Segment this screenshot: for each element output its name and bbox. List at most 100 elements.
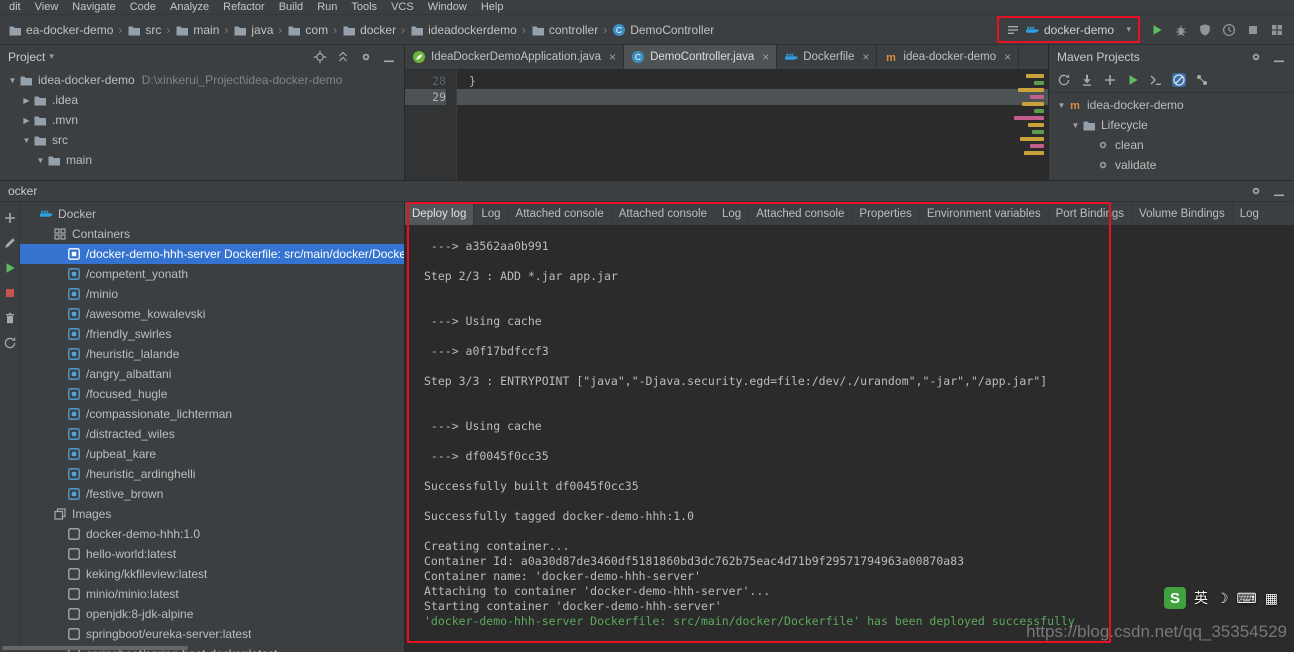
breadcrumb-item-java[interactable]: java bbox=[233, 23, 273, 37]
project-root-item[interactable]: ▼idea-docker-demoD:\xinkerui_Project\ide… bbox=[0, 70, 404, 90]
menu-item-window[interactable]: Window bbox=[421, 0, 474, 15]
docker-image-item-springboot-eureka-server-latest[interactable]: springboot/eureka-server:latest bbox=[20, 624, 404, 644]
menu-item-run[interactable]: Run bbox=[310, 0, 344, 15]
project-panel-title[interactable]: Project bbox=[8, 50, 45, 64]
project-tree-item-src[interactable]: ▼src bbox=[0, 130, 404, 150]
coverage-icon[interactable] bbox=[1198, 23, 1212, 37]
docker-container-item-docker-demo-hhh-server-dockerfile-src-main-docker-dockerfil[interactable]: /docker-demo-hhh-server Dockerfile: src/… bbox=[20, 244, 404, 264]
editor-scrollbar-stripe[interactable] bbox=[1002, 70, 1048, 180]
tree-toggle-icon[interactable]: ▼ bbox=[34, 156, 47, 165]
docker-container-item-distracted-wiles[interactable]: /distracted_wiles bbox=[20, 424, 404, 444]
locate-icon[interactable] bbox=[313, 50, 327, 64]
console-tab-log-4[interactable]: Log bbox=[715, 202, 749, 225]
console-tab-attached-console-5[interactable]: Attached console bbox=[749, 202, 852, 225]
docker-container-item-heuristic-ardinghelli[interactable]: /heuristic_ardinghelli bbox=[20, 464, 404, 484]
menu-item-view[interactable]: View bbox=[28, 0, 66, 15]
hide-panel-icon[interactable] bbox=[382, 50, 396, 64]
menu-item-code[interactable]: Code bbox=[123, 0, 163, 15]
docker-tree-item-docker[interactable]: Docker bbox=[20, 204, 404, 224]
debug-icon[interactable] bbox=[1174, 23, 1188, 37]
menu-item-navigate[interactable]: Navigate bbox=[65, 0, 122, 15]
menu-item-vcs[interactable]: VCS bbox=[384, 0, 421, 15]
tree-toggle-icon[interactable]: ▼ bbox=[6, 76, 19, 85]
run-config-combo[interactable]: docker-demo▾ bbox=[1001, 19, 1136, 40]
docker-image-item-openjdk-8-jdk-alpine[interactable]: openjdk:8-jdk-alpine bbox=[20, 604, 404, 624]
menu-item-refactor[interactable]: Refactor bbox=[216, 0, 272, 15]
tree-toggle-icon[interactable]: ▶ bbox=[20, 96, 33, 105]
collapse-all-icon[interactable] bbox=[336, 50, 350, 64]
tree-toggle-icon[interactable]: ▼ bbox=[1069, 121, 1082, 130]
editor-tab-ideadockerdemoapplication-java[interactable]: IdeaDockerDemoApplication.java× bbox=[405, 45, 624, 69]
docker-container-item-heuristic-lalande[interactable]: /heuristic_lalande bbox=[20, 344, 404, 364]
console-tab-environment-variables-7[interactable]: Environment variables bbox=[920, 202, 1049, 225]
tree-toggle-icon[interactable]: ▶ bbox=[20, 116, 33, 125]
menu-item-build[interactable]: Build bbox=[272, 0, 310, 15]
console-tab-log-1[interactable]: Log bbox=[474, 202, 508, 225]
chevron-down-icon[interactable]: ▾ bbox=[1126, 24, 1131, 35]
docker-image-item-minio-minio-latest[interactable]: minio/minio:latest bbox=[20, 584, 404, 604]
plus-icon[interactable] bbox=[1103, 73, 1117, 87]
refresh-icon[interactable] bbox=[3, 336, 17, 350]
console-tab-attached-console-3[interactable]: Attached console bbox=[612, 202, 715, 225]
console-tab-log-10[interactable]: Log bbox=[1233, 202, 1267, 225]
console-tab-volume-bindings-9[interactable]: Volume Bindings bbox=[1132, 202, 1233, 225]
breadcrumb-item-main[interactable]: main bbox=[175, 23, 219, 37]
run-icon[interactable] bbox=[1150, 23, 1164, 37]
breadcrumb-item-ea-docker-demo[interactable]: ea-docker-demo bbox=[8, 23, 113, 37]
menu-item-tools[interactable]: Tools bbox=[344, 0, 384, 15]
hide-panel-icon[interactable] bbox=[1272, 50, 1286, 64]
console-tab-deploy-log-0[interactable]: Deploy log bbox=[405, 202, 474, 225]
dependencies-icon[interactable] bbox=[1195, 73, 1209, 87]
docker-container-item-focused-hugle[interactable]: /focused_hugle bbox=[20, 384, 404, 404]
docker-container-item-upbeat-kare[interactable]: /upbeat_kare bbox=[20, 444, 404, 464]
docker-container-item-festive-brown[interactable]: /festive_brown bbox=[20, 484, 404, 504]
docker-image-item-hello-world-latest[interactable]: hello-world:latest bbox=[20, 544, 404, 564]
hide-panel-icon[interactable] bbox=[1272, 184, 1286, 198]
menu-item-analyze[interactable]: Analyze bbox=[163, 0, 216, 15]
settings-icon[interactable] bbox=[1249, 50, 1263, 64]
project-tree-item-idea[interactable]: ▶.idea bbox=[0, 90, 404, 110]
layout-icon[interactable] bbox=[1270, 23, 1284, 37]
maven-tree-item-validate[interactable]: validate bbox=[1049, 155, 1294, 175]
tree-toggle-icon[interactable]: ▼ bbox=[20, 136, 33, 145]
settings-icon[interactable] bbox=[359, 50, 373, 64]
code-area[interactable]: } bbox=[457, 70, 1048, 180]
breadcrumb-item-democontroller[interactable]: CDemoController bbox=[612, 23, 714, 37]
docker-tree-item-containers[interactable]: Containers bbox=[20, 224, 404, 244]
docker-container-item-minio[interactable]: /minio bbox=[20, 284, 404, 304]
docker-image-item-docker-demo-hhh-1-0[interactable]: docker-demo-hhh:1.0 bbox=[20, 524, 404, 544]
settings-icon[interactable] bbox=[1249, 184, 1263, 198]
stop-icon[interactable] bbox=[1246, 23, 1260, 37]
stop-red-icon[interactable] bbox=[3, 286, 17, 300]
close-tab-icon[interactable]: × bbox=[862, 50, 869, 64]
docker-image-item-keking-kkfileview-latest[interactable]: keking/kkfileview:latest bbox=[20, 564, 404, 584]
breadcrumb-item-com[interactable]: com bbox=[287, 23, 328, 37]
editor-tab-dockerfile[interactable]: Dockerfile× bbox=[777, 45, 877, 69]
console-tab-attached-console-2[interactable]: Attached console bbox=[509, 202, 612, 225]
execute-goal-icon[interactable] bbox=[1149, 73, 1163, 87]
start-icon[interactable] bbox=[3, 261, 17, 275]
maven-tree-item-idea-docker-demo[interactable]: ▼midea-docker-demo bbox=[1049, 95, 1294, 115]
project-tree-item-mvn[interactable]: ▶.mvn bbox=[0, 110, 404, 130]
docker-container-item-awesome-kowalevski[interactable]: /awesome_kowalevski bbox=[20, 304, 404, 324]
horizontal-scrollbar[interactable] bbox=[2, 646, 188, 650]
editor-tab-idea-docker-demo[interactable]: midea-docker-demo× bbox=[877, 45, 1019, 69]
editor-tab-democontroller-java[interactable]: CDemoController.java× bbox=[624, 45, 777, 69]
console-tab-properties-6[interactable]: Properties bbox=[852, 202, 919, 225]
close-tab-icon[interactable]: × bbox=[762, 50, 769, 64]
download-sources-icon[interactable] bbox=[1080, 73, 1094, 87]
docker-container-item-friendly-swirles[interactable]: /friendly_swirles bbox=[20, 324, 404, 344]
deploy-log-console[interactable]: ---> a3562aa0b991Step 2/3 : ADD *.jar ap… bbox=[405, 226, 1294, 652]
skip-tests-icon[interactable] bbox=[1172, 73, 1186, 87]
breadcrumb-item-src[interactable]: src bbox=[127, 23, 161, 37]
editor-body[interactable]: 2829 } bbox=[405, 70, 1048, 180]
ime-moon-icon[interactable]: ☽ bbox=[1216, 590, 1229, 607]
ime-toolbox-icon[interactable]: ▦ bbox=[1265, 590, 1278, 607]
breadcrumb-item-docker[interactable]: docker bbox=[342, 23, 396, 37]
profiler-icon[interactable] bbox=[1222, 23, 1236, 37]
close-tab-icon[interactable]: × bbox=[609, 50, 616, 64]
refresh-icon[interactable] bbox=[1057, 73, 1071, 87]
menu-item-help[interactable]: Help bbox=[474, 0, 511, 15]
chevron-down-icon[interactable]: ▾ bbox=[49, 51, 54, 62]
tree-toggle-icon[interactable]: ▼ bbox=[1055, 101, 1068, 110]
